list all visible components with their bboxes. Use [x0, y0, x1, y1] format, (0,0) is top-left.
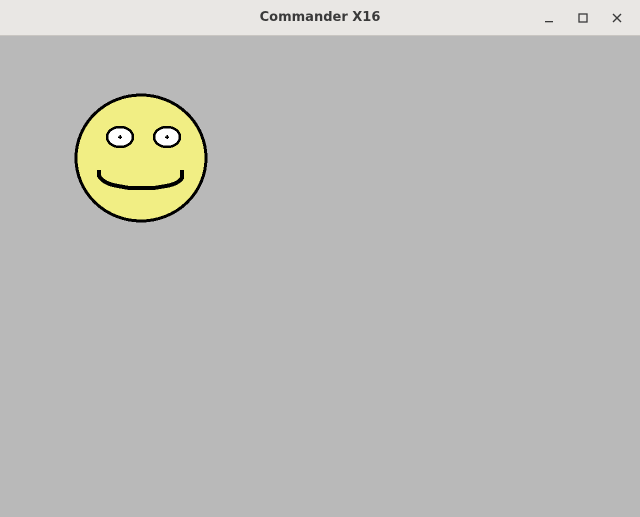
minimize-icon — [545, 21, 553, 23]
close-button[interactable] — [600, 0, 634, 36]
app-window: Commander X16 — [0, 0, 640, 517]
window-controls — [532, 0, 634, 36]
smiley-face-drawing — [74, 93, 208, 223]
title-bar[interactable]: Commander X16 — [0, 0, 640, 36]
smiley-face-circle — [74, 93, 208, 223]
minimize-button[interactable] — [532, 0, 566, 36]
close-icon — [612, 13, 622, 23]
emulator-screen[interactable] — [0, 36, 640, 517]
maximize-button[interactable] — [566, 0, 600, 36]
maximize-icon — [578, 13, 588, 23]
